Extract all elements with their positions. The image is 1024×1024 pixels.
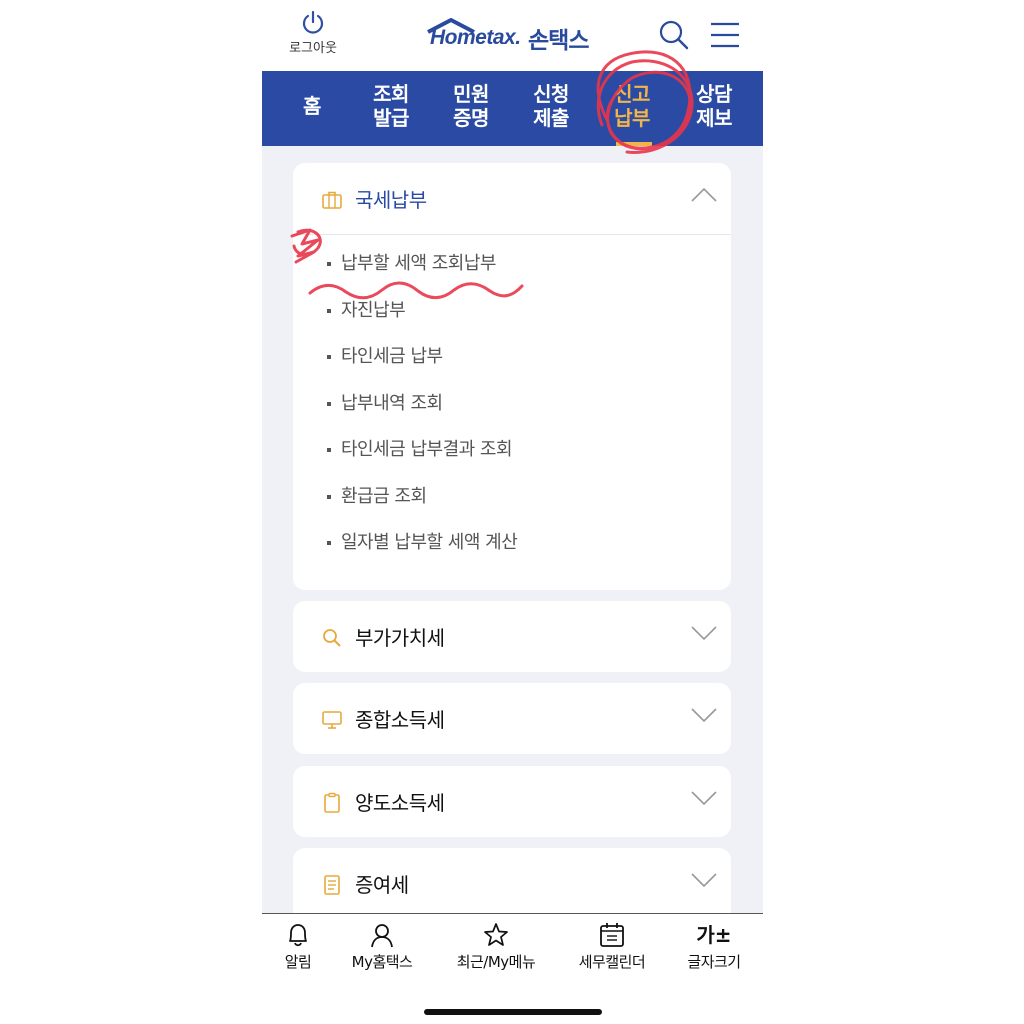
nav-tab-consult[interactable]: 상담 제보 [674, 82, 754, 130]
logout-label: 로그아웃 [289, 41, 337, 56]
section-header[interactable]: 부가가치세 [293, 601, 731, 671]
bullet [327, 448, 331, 452]
section-title: 국세납부 [355, 188, 427, 212]
sub-menu-item[interactable]: 납부할 세액 조회납부 [293, 251, 731, 298]
section-header[interactable]: 종합소득세 [293, 683, 731, 753]
sub-menu-list: 납부할 세액 조회납부 자진납부 타인세금 납부 납부내역 조회 타인세금 납부… [293, 235, 731, 577]
app-screen: 로그아웃 Hometax. 손택스 홈 조회 발급 민원 증명 신청 제출 신고… [262, 0, 763, 1024]
bell-icon [289, 924, 307, 947]
section-header[interactable]: 증여세 [293, 848, 731, 913]
logo-text: Hometax. [430, 26, 521, 49]
logout-button[interactable]: 로그아웃 [282, 10, 344, 56]
nav-tab-label: 발급 [373, 106, 409, 130]
sub-menu-item[interactable]: 타인세금 납부결과 조회 [293, 437, 731, 484]
sub-menu-label: 타인세금 납부 [341, 346, 443, 367]
chevron-up-icon [691, 187, 717, 202]
nav-tab-label: 제보 [696, 106, 732, 130]
sub-menu-item[interactable]: 납부내역 조회 [293, 391, 731, 438]
sub-menu-item[interactable]: 환급금 조회 [293, 484, 731, 531]
bottom-tab-alerts[interactable]: 알림 [278, 922, 318, 972]
nav-tab-apply[interactable]: 신청 제출 [511, 82, 591, 130]
person-icon [371, 924, 393, 948]
section-header[interactable]: 국세납부 [293, 163, 731, 235]
section-card-capital-gains-tax[interactable]: 양도소득세 [293, 766, 731, 837]
bullet [327, 308, 331, 313]
bullet [327, 494, 331, 499]
hometax-logo[interactable]: Hometax. 손택스 [426, 18, 606, 58]
menu-content: 국세납부 납부할 세액 조회납부 자진납부 타인세금 납부 납부내역 조회 타인… [262, 146, 763, 913]
power-icon [302, 10, 324, 34]
sub-menu-label: 환급금 조회 [341, 485, 427, 507]
sub-menu-label: 일자별 납부할 세액 계산 [341, 532, 518, 553]
nav-tab-label: 신고 [614, 82, 650, 106]
section-title: 부가가치세 [355, 626, 445, 650]
sub-menu-item[interactable]: 일자별 납부할 세액 계산 [293, 530, 731, 577]
nav-tab-label: 홈 [303, 94, 321, 118]
nav-tab-label: 납부 [614, 106, 650, 130]
search-icon [659, 20, 689, 50]
section-title: 증여세 [355, 873, 409, 897]
nav-tab-report-pay[interactable]: 신고 납부 [592, 82, 672, 130]
sub-menu-item[interactable]: 타인세금 납부 [293, 344, 731, 391]
font-size-icon: 가± [696, 923, 732, 947]
nav-tab-label: 신청 [533, 82, 569, 106]
bottom-tab-label: 알림 [284, 953, 312, 971]
document-icon [324, 875, 340, 895]
bottom-tab-my-hometax[interactable]: My홈택스 [344, 922, 420, 972]
star-icon [484, 923, 508, 946]
search-button[interactable] [658, 19, 690, 51]
bottom-tab-label: 최근/My메뉴 [456, 953, 536, 971]
bottom-tab-tax-calendar[interactable]: 세무캘린더 [568, 922, 656, 972]
hamburger-menu-button[interactable] [710, 20, 740, 50]
nav-tab-inquiry[interactable]: 조회 발급 [351, 82, 431, 130]
search-icon [323, 629, 341, 647]
nav-tab-label: 제출 [533, 106, 569, 130]
section-header[interactable]: 양도소득세 [293, 766, 731, 836]
section-title: 종합소득세 [355, 708, 445, 732]
nav-tab-label: 민원 [453, 82, 489, 106]
briefcase-icon [322, 191, 342, 209]
section-card-income-tax[interactable]: 종합소득세 [293, 683, 731, 754]
calendar-icon [600, 923, 624, 947]
sub-menu-label: 자진납부 [341, 299, 406, 321]
chevron-down-icon [691, 873, 717, 888]
bottom-tab-label: My홈택스 [351, 953, 413, 971]
bullet [327, 541, 331, 545]
nav-tab-label: 조회 [373, 82, 409, 106]
chevron-down-icon [691, 791, 717, 806]
sub-menu-label: 타인세금 납부결과 조회 [341, 439, 513, 460]
nav-tab-label: 상담 [696, 82, 732, 106]
header: 로그아웃 Hometax. 손택스 [262, 0, 763, 71]
chevron-down-icon [691, 708, 717, 723]
home-indicator [424, 1009, 602, 1015]
nav-tab-label: 증명 [453, 106, 489, 130]
nav-tab-civil[interactable]: 민원 증명 [431, 82, 511, 130]
section-card-national-tax-payment: 국세납부 납부할 세액 조회납부 자진납부 타인세금 납부 납부내역 조회 타인… [293, 163, 731, 590]
bullet [327, 262, 331, 266]
section-card-vat[interactable]: 부가가치세 [293, 601, 731, 672]
nav-tab-home[interactable]: 홈 [272, 94, 352, 118]
bottom-tab-label: 세무캘린더 [578, 953, 646, 971]
section-card-gift-tax[interactable]: 증여세 [293, 848, 731, 913]
chevron-down-icon [691, 626, 717, 641]
sub-menu-label: 납부내역 조회 [341, 392, 443, 414]
bottom-tab-bar: 알림 My홈택스 최근/My메뉴 세무캘린더 가± 글자크기 [262, 913, 763, 1024]
logo-korean-text: 손택스 [528, 28, 589, 54]
main-nav: 홈 조회 발급 민원 증명 신청 제출 신고 납부 상담 제보 [262, 71, 763, 146]
bullet [327, 355, 331, 359]
monitor-icon [322, 711, 342, 729]
bullet [327, 401, 331, 406]
hamburger-icon [711, 22, 739, 48]
bottom-tab-label: 글자크기 [687, 953, 741, 971]
sub-menu-item[interactable]: 자진납부 [293, 298, 731, 345]
bottom-tab-recent-my-menu[interactable]: 최근/My메뉴 [448, 922, 544, 972]
clipboard-icon [324, 792, 340, 813]
section-title: 양도소득세 [355, 791, 445, 815]
bottom-tab-font-size[interactable]: 가± 글자크기 [676, 922, 752, 972]
sub-menu-label: 납부할 세액 조회납부 [341, 253, 496, 274]
